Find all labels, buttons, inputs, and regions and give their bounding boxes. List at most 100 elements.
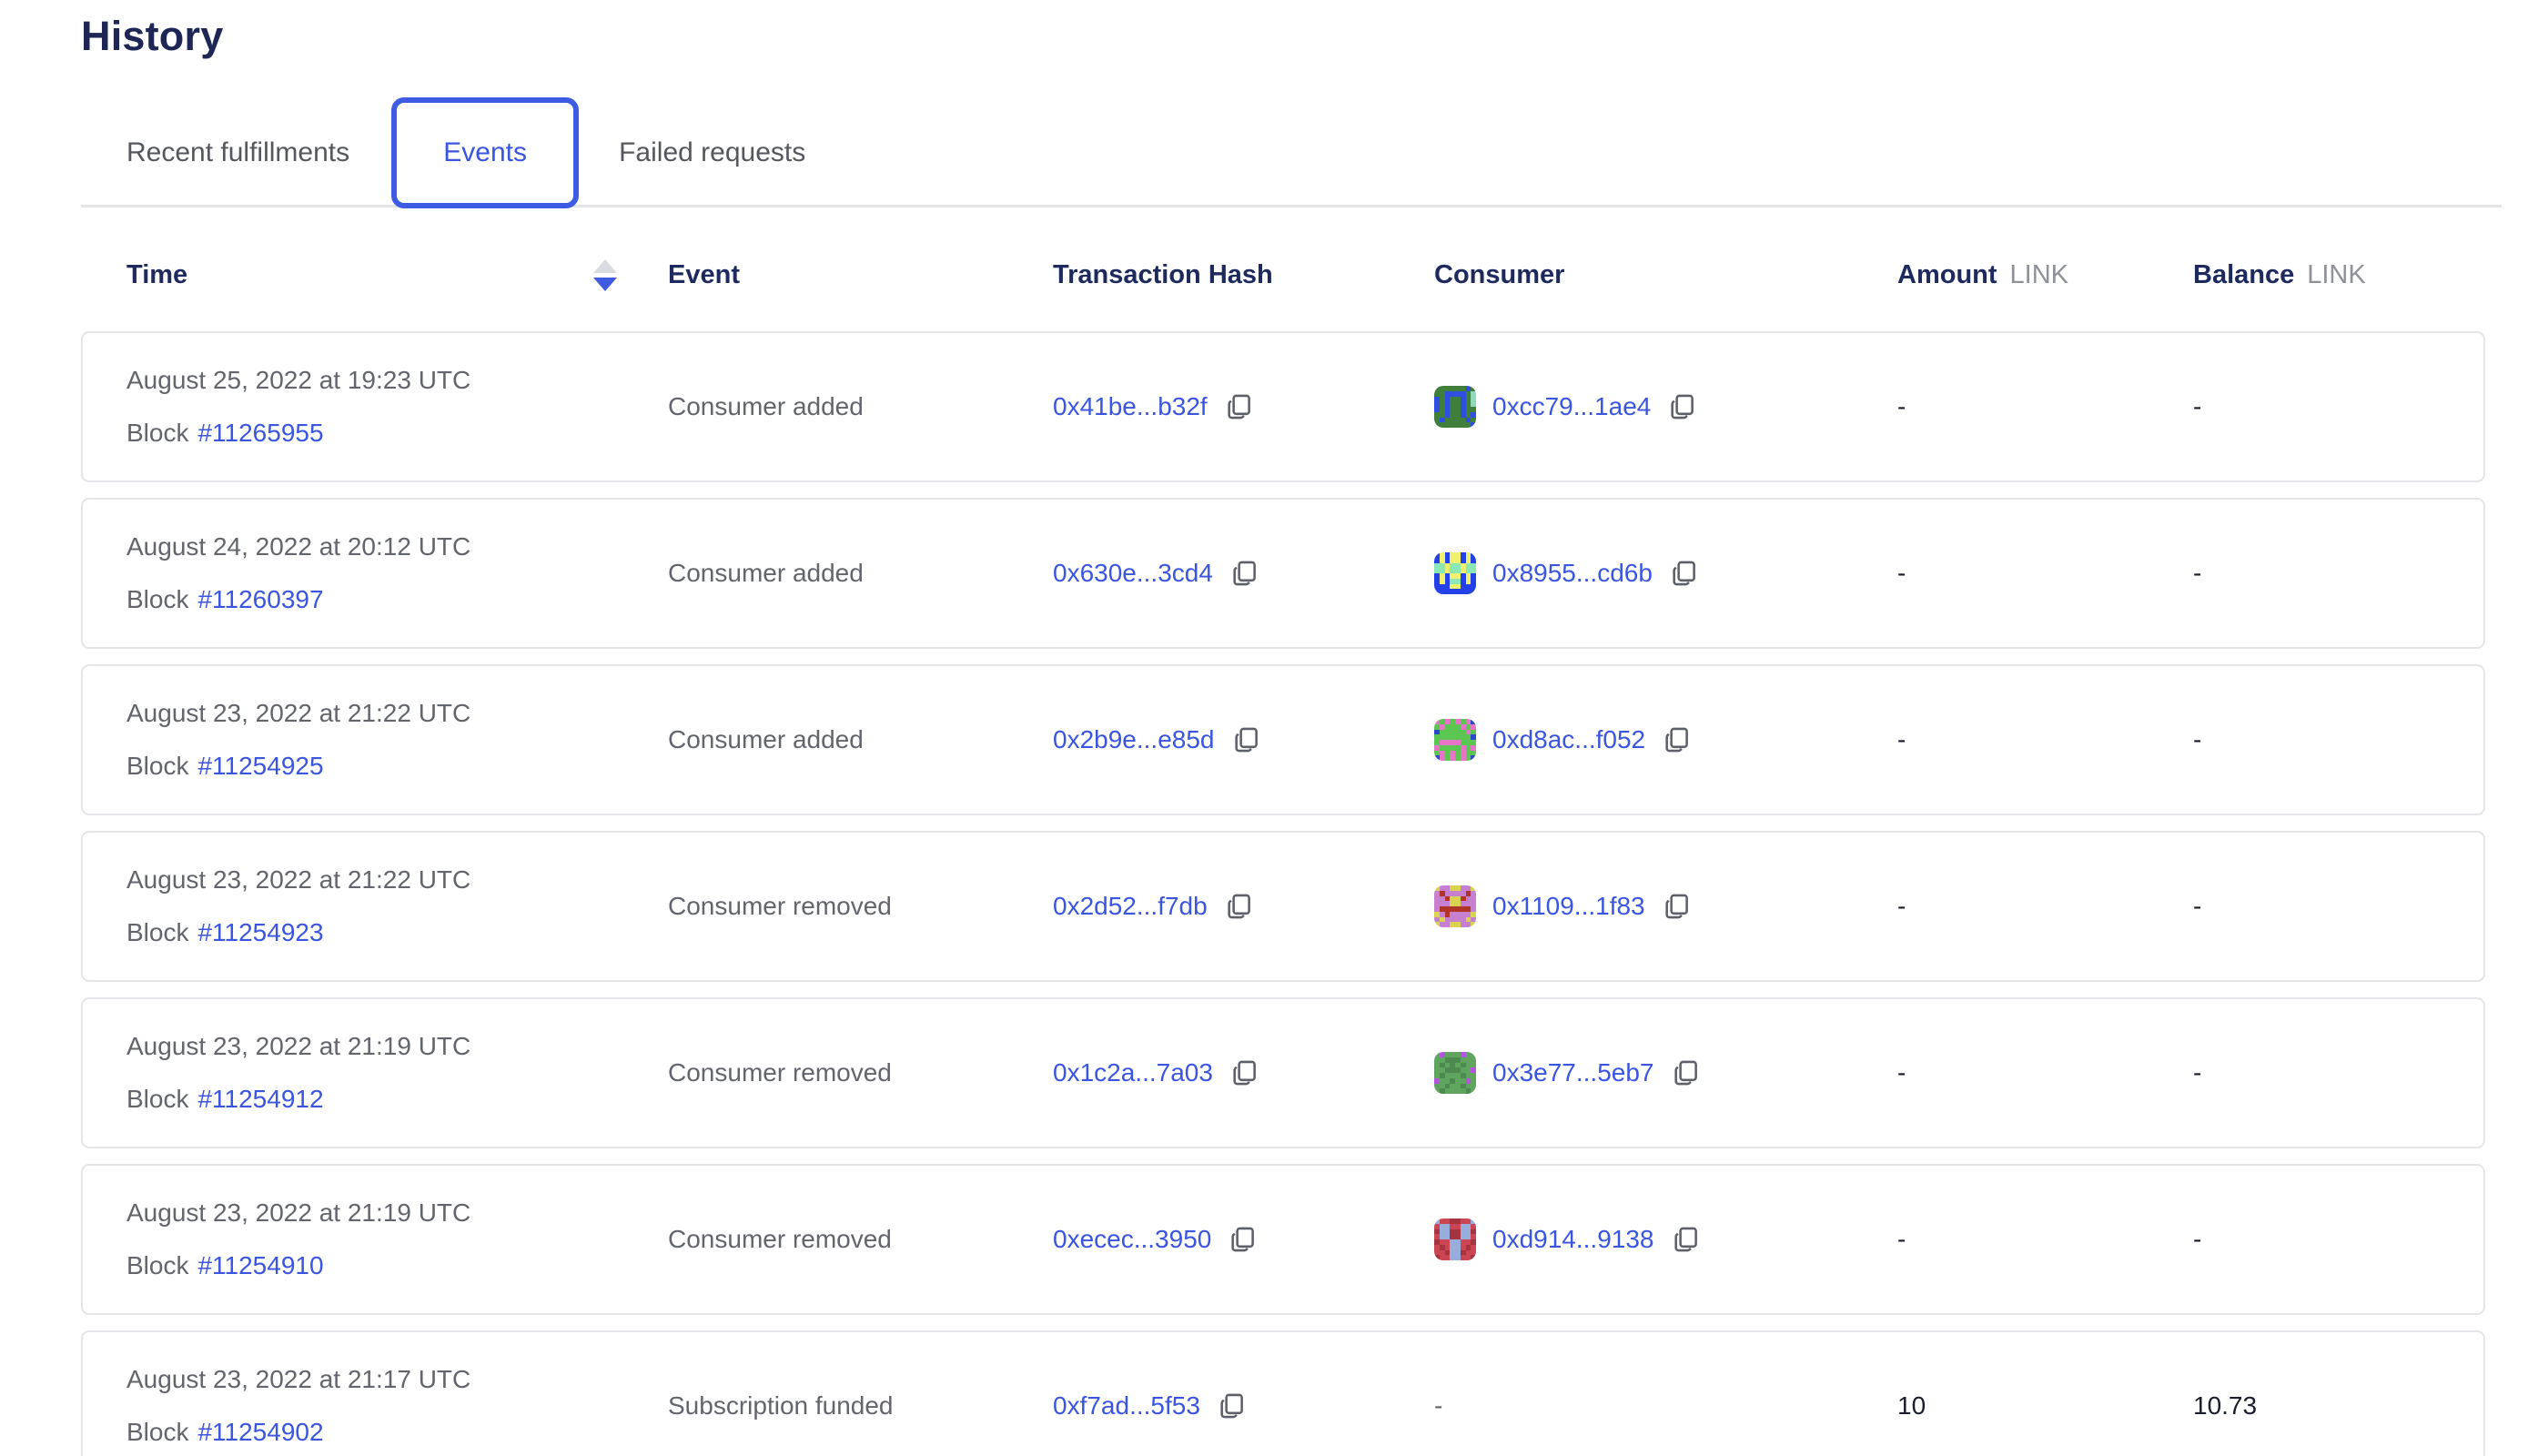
copy-icon[interactable] <box>1224 891 1255 922</box>
consumer-address-link[interactable]: 0xd8ac...f052 <box>1492 725 1645 754</box>
block-label: Block <box>126 918 188 947</box>
amount-cell: - <box>1897 559 2193 588</box>
transaction-hash-link[interactable]: 0x2d52...f7db <box>1053 892 1208 921</box>
tx-cell: 0xf7ad...5f53 <box>1053 1390 1434 1421</box>
block-line: Block #11260397 <box>126 585 324 614</box>
consumer-empty-dash: - <box>1434 1391 1442 1421</box>
history-page: History Recent fulfillments Events Faile… <box>81 0 2485 1456</box>
balance-cell: - <box>2193 1058 2485 1087</box>
column-header-time[interactable]: Time <box>126 259 668 291</box>
table-row: August 23, 2022 at 21:17 UTC Block #1125… <box>81 1330 2485 1456</box>
copy-icon[interactable] <box>1224 391 1255 422</box>
time-cell: August 23, 2022 at 21:22 UTC Block #1125… <box>126 833 668 980</box>
event-cell: Consumer added <box>668 725 1053 754</box>
balance-value: 10.73 <box>2193 1391 2257 1421</box>
transaction-hash-link[interactable]: 0x2b9e...e85d <box>1053 725 1215 754</box>
block-line: Block #11254902 <box>126 1418 324 1447</box>
amount-value: 10 <box>1897 1391 1926 1421</box>
table-row: August 24, 2022 at 20:12 UTC Block #1126… <box>81 498 2485 649</box>
event-cell: Consumer added <box>668 392 1053 421</box>
block-label: Block <box>126 585 188 614</box>
consumer-address-link[interactable]: 0x3e77...5eb7 <box>1492 1058 1654 1087</box>
block-label: Block <box>126 752 188 781</box>
amount-value: - <box>1897 559 1906 588</box>
table-row: August 23, 2022 at 21:19 UTC Block #1125… <box>81 997 2485 1148</box>
balance-unit: LINK <box>2307 260 2365 290</box>
consumer-address-link[interactable]: 0x8955...cd6b <box>1492 559 1653 588</box>
event-date: August 23, 2022 at 21:22 UTC <box>126 865 470 895</box>
amount-cell: - <box>1897 392 2193 421</box>
block-line: Block #11254925 <box>126 752 324 781</box>
balance-value: - <box>2193 392 2201 421</box>
block-number-link[interactable]: #11254910 <box>197 1251 323 1280</box>
event-cell: Consumer added <box>668 559 1053 588</box>
consumer-avatar <box>1434 1218 1476 1260</box>
amount-cell: - <box>1897 725 2193 754</box>
copy-icon[interactable] <box>1229 1057 1260 1088</box>
transaction-hash-link[interactable]: 0x1c2a...7a03 <box>1053 1058 1213 1087</box>
time-cell: August 23, 2022 at 21:19 UTC Block #1125… <box>126 1166 668 1313</box>
consumer-avatar <box>1434 1052 1476 1094</box>
copy-icon[interactable] <box>1671 1057 1702 1088</box>
column-header-consumer: Consumer <box>1434 260 1897 290</box>
column-header-event: Event <box>668 260 1053 290</box>
amount-unit: LINK <box>2010 260 2068 290</box>
consumer-avatar <box>1434 885 1476 927</box>
time-cell: August 25, 2022 at 19:23 UTC Block #1126… <box>126 333 668 480</box>
balance-cell: - <box>2193 392 2485 421</box>
sort-icon[interactable] <box>593 259 617 291</box>
tx-cell: 0x41be...b32f <box>1053 391 1434 422</box>
block-line: Block #11265955 <box>126 419 324 448</box>
block-number-link[interactable]: #11260397 <box>197 585 323 614</box>
block-number-link[interactable]: #11254902 <box>197 1418 323 1447</box>
amount-value: - <box>1897 392 1906 421</box>
event-type: Subscription funded <box>668 1391 894 1421</box>
copy-icon[interactable] <box>1229 558 1260 589</box>
copy-icon[interactable] <box>1662 891 1693 922</box>
block-number-link[interactable]: #11254925 <box>197 752 323 781</box>
transaction-hash-link[interactable]: 0x630e...3cd4 <box>1053 559 1213 588</box>
balance-cell: - <box>2193 725 2485 754</box>
balance-value: - <box>2193 892 2201 921</box>
block-label: Block <box>126 1251 188 1280</box>
table-row: August 23, 2022 at 21:22 UTC Block #1125… <box>81 831 2485 982</box>
copy-icon[interactable] <box>1669 558 1700 589</box>
consumer-cell: 0xcc79...1ae4 <box>1434 386 1897 428</box>
event-date: August 23, 2022 at 21:22 UTC <box>126 699 470 728</box>
block-label: Block <box>126 419 188 448</box>
block-number-link[interactable]: #11265955 <box>197 419 323 448</box>
amount-cell: 10 <box>1897 1391 2193 1421</box>
consumer-address-link[interactable]: 0x1109...1f83 <box>1492 892 1645 921</box>
tab-events-label: Events <box>443 137 527 168</box>
transaction-hash-link[interactable]: 0xecec...3950 <box>1053 1225 1211 1254</box>
event-cell: Consumer removed <box>668 1058 1053 1087</box>
block-label: Block <box>126 1085 188 1114</box>
consumer-address-link[interactable]: 0xcc79...1ae4 <box>1492 392 1651 421</box>
copy-icon[interactable] <box>1667 391 1698 422</box>
consumer-cell: 0x3e77...5eb7 <box>1434 1052 1897 1094</box>
event-cell: Consumer removed <box>668 1225 1053 1254</box>
copy-icon[interactable] <box>1662 724 1693 755</box>
transaction-hash-link[interactable]: 0xf7ad...5f53 <box>1053 1391 1200 1421</box>
amount-value: - <box>1897 892 1906 921</box>
event-type: Consumer added <box>668 559 864 588</box>
column-header-amount: Amount LINK <box>1897 260 2193 290</box>
amount-value: - <box>1897 1058 1906 1087</box>
transaction-hash-link[interactable]: 0x41be...b32f <box>1053 392 1208 421</box>
copy-icon[interactable] <box>1217 1390 1248 1421</box>
copy-icon[interactable] <box>1231 724 1262 755</box>
time-cell: August 23, 2022 at 21:19 UTC Block #1125… <box>126 999 668 1147</box>
balance-value: - <box>2193 559 2201 588</box>
tab-failed-requests[interactable]: Failed requests <box>619 137 805 168</box>
tab-events[interactable]: Events <box>391 97 579 208</box>
tx-cell: 0x630e...3cd4 <box>1053 558 1434 589</box>
block-number-link[interactable]: #11254923 <box>197 918 323 947</box>
consumer-address-link[interactable]: 0xd914...9138 <box>1492 1225 1654 1254</box>
tab-recent-fulfillments[interactable]: Recent fulfillments <box>126 137 349 168</box>
page-title: History <box>81 0 2485 60</box>
table-row: August 23, 2022 at 21:22 UTC Block #1125… <box>81 664 2485 815</box>
copy-icon[interactable] <box>1671 1224 1702 1255</box>
copy-icon[interactable] <box>1228 1224 1259 1255</box>
block-number-link[interactable]: #11254912 <box>197 1085 323 1114</box>
balance-cell: - <box>2193 892 2485 921</box>
